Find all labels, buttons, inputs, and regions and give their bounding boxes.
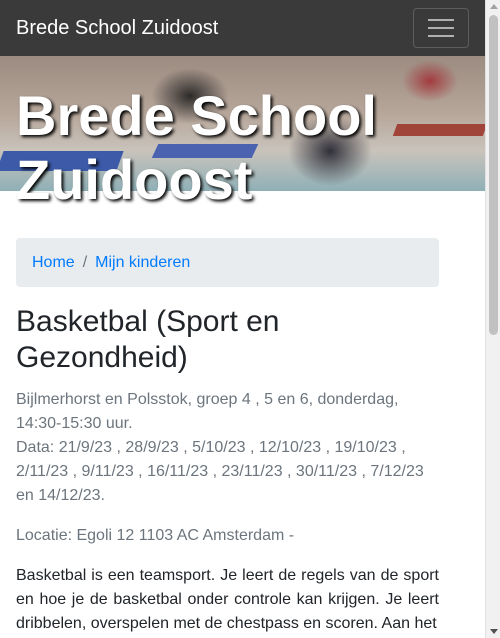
top-navbar: Brede School Zuidoost [0,0,485,56]
course-dates: Data: 21/9/23 , 28/9/23 , 5/10/23 , 12/1… [16,439,424,504]
hero-title: Brede School Zuidoost [16,84,377,211]
hamburger-menu-icon[interactable] [413,8,469,48]
breadcrumb-separator: / [82,253,88,271]
menu-bar [428,27,454,29]
menu-bar [428,19,454,21]
breadcrumb-home-link[interactable]: Home [32,254,75,272]
course-description: Basketbal is een teamsport. Je leert de … [16,567,439,632]
course-location: Locatie: Egoli 12 1103 AC Amsterdam - [16,527,295,544]
scroll-up-icon[interactable] [490,4,498,9]
menu-bar [428,35,454,37]
scroll-down-icon[interactable] [490,629,498,634]
scrollbar-thumb[interactable] [489,15,498,335]
breadcrumb-mijn-kinderen-link[interactable]: Mijn kinderen [95,254,190,272]
breadcrumb: Home / Mijn kinderen [16,238,439,287]
navbar-brand[interactable]: Brede School Zuidoost [16,17,218,40]
course-group-time: Bijlmerhorst en Polsstok, groep 4 , 5 en… [16,391,399,432]
vertical-scrollbar[interactable] [485,0,500,638]
page-title: Basketbal (Sport en Gezondheid) [16,305,280,374]
course-schedule: Bijlmerhorst en Polsstok, groep 4 , 5 en… [16,388,439,508]
